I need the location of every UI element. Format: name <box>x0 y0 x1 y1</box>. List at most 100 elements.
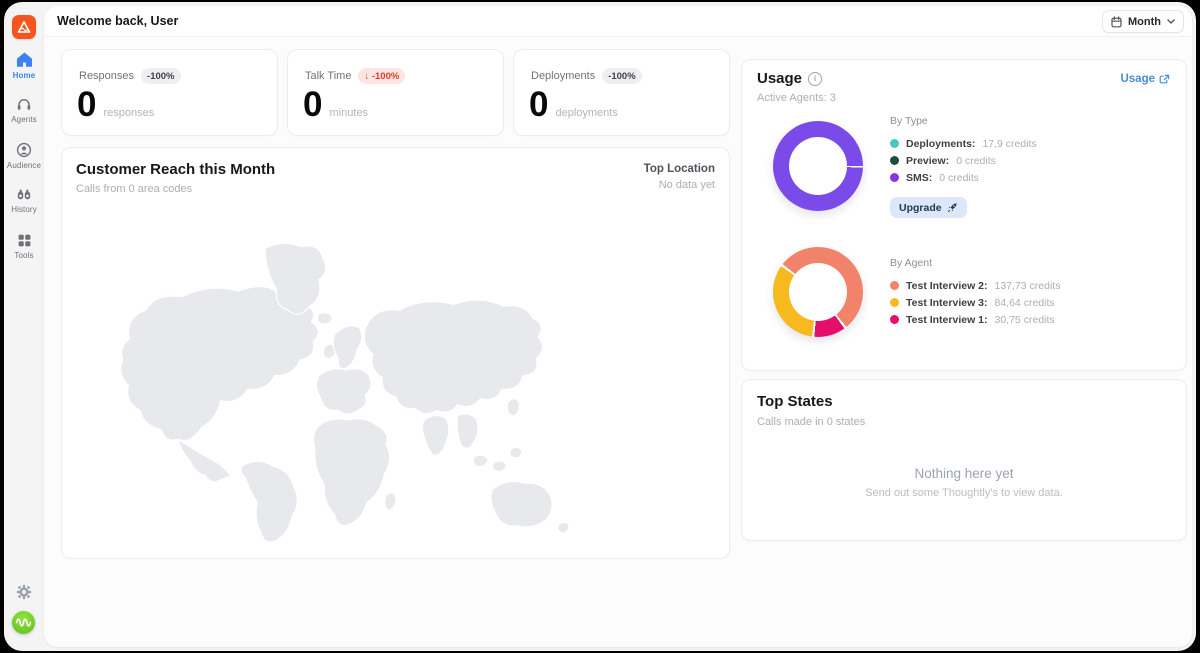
usage-by-agent-donut <box>773 247 863 337</box>
sidebar-item-home[interactable]: Home <box>4 52 44 80</box>
legend-dot <box>890 281 899 290</box>
legend-value: 30,75 credits <box>994 313 1055 326</box>
upgrade-label: Upgrade <box>899 201 942 214</box>
sidebar-item-label: Home <box>12 71 36 80</box>
period-selector[interactable]: Month <box>1102 10 1184 33</box>
card-title: Customer Reach this Month <box>76 161 276 178</box>
legend-row: Test Interview 1: 30,75 credits <box>890 311 1060 328</box>
sidebar-item-tools[interactable]: Tools <box>4 233 44 260</box>
legend-heading: By Agent <box>890 257 933 269</box>
usage-title-text: Usage <box>757 70 803 87</box>
upgrade-button[interactable]: Upgrade <box>890 197 967 218</box>
stat-change-badge: -100% <box>141 68 181 84</box>
legend-row: Preview: 0 credits <box>890 152 1037 169</box>
period-label: Month <box>1128 15 1161 28</box>
app-window: Home Agents Audience History Tools Welco… <box>4 2 1196 651</box>
stat-card-responses: Responses -100% 0 responses <box>61 49 278 136</box>
thoughtly-logo[interactable] <box>12 15 36 39</box>
legend-value: 84,64 credits <box>994 296 1055 309</box>
user-circle-icon <box>16 142 32 158</box>
legend-value: 137,73 credits <box>994 279 1061 292</box>
legend-label: Deployments: <box>906 137 976 150</box>
stat-value: 0 <box>529 85 549 124</box>
usage-external-link[interactable]: Usage <box>1120 73 1170 85</box>
legend-dot <box>890 156 899 165</box>
by-agent-legend: By Agent Test Interview 2: 137,73 credit… <box>890 257 1060 328</box>
legend-value: 0 credits <box>939 171 979 184</box>
stat-label: Deployments <box>531 70 596 82</box>
stat-unit: responses <box>103 107 155 119</box>
top-location-label: Top Location <box>643 163 715 175</box>
info-icon[interactable] <box>808 71 823 86</box>
stat-label: Talk Time <box>305 70 352 82</box>
legend-dot <box>890 298 899 307</box>
grid-icon <box>18 234 30 247</box>
legend-row: Test Interview 2: 137,73 credits <box>890 277 1060 294</box>
stat-value: 0 <box>303 85 323 124</box>
dashboard-content: Responses -100% 0 responses Talk Time ↓ … <box>44 37 1192 647</box>
external-link-icon <box>1159 74 1170 83</box>
active-agents: Active Agents: 3 <box>757 92 836 104</box>
legend-row: Test Interview 3: 84,64 credits <box>890 294 1060 311</box>
top-location: Top Location No data yet <box>644 163 715 191</box>
legend-label: Test Interview 2: <box>906 279 988 292</box>
stat-card-talk-time: Talk Time ↓ -100% 0 minutes <box>287 49 504 136</box>
sidebar: Home Agents Audience History Tools <box>4 2 44 651</box>
empty-title: Nothing here yet <box>914 466 1014 481</box>
calendar-icon <box>1111 15 1122 27</box>
legend-label: Preview: <box>906 154 950 167</box>
chevron-down-icon <box>1167 19 1175 24</box>
card-subtitle: Calls made in 0 states <box>757 416 866 428</box>
usage-by-type-donut <box>773 121 863 211</box>
sidebar-item-label: Tools <box>14 251 34 260</box>
legend-label: Test Interview 1: <box>906 313 988 326</box>
sidebar-item-history[interactable]: History <box>4 187 44 214</box>
stat-unit: deployments <box>555 107 618 119</box>
top-states-card: Top States Calls made in 0 states Nothin… <box>741 379 1187 541</box>
legend-value: 0 credits <box>956 154 996 167</box>
card-title: Usage <box>757 70 823 87</box>
sidebar-item-label: Agents <box>11 115 37 124</box>
world-map <box>120 242 570 543</box>
headset-icon <box>17 99 31 110</box>
usage-link-text: Usage <box>1120 73 1155 85</box>
legend-heading: By Type <box>890 115 928 127</box>
stat-label: Responses <box>79 70 135 82</box>
top-location-value: No data yet <box>658 179 715 191</box>
binoculars-icon <box>17 189 31 200</box>
sidebar-item-agents[interactable]: Agents <box>4 97 44 124</box>
sidebar-item-label: History <box>11 205 37 214</box>
stat-unit: minutes <box>329 107 368 119</box>
page-header: Welcome back, User Month <box>44 6 1192 37</box>
legend-value: 17,9 credits <box>982 137 1037 150</box>
legend-dot <box>890 139 899 148</box>
user-avatar[interactable] <box>12 611 35 634</box>
settings-button[interactable] <box>16 584 32 600</box>
legend-dot <box>890 315 899 324</box>
customer-reach-card: Customer Reach this Month Calls from 0 a… <box>61 147 730 559</box>
legend-label: Test Interview 3: <box>906 296 988 309</box>
sidebar-item-audience[interactable]: Audience <box>4 142 44 170</box>
mountain-logo-icon <box>17 21 31 33</box>
stat-change-badge: -100% <box>602 68 642 84</box>
empty-subtitle: Send out some Thoughtly's to view data. <box>865 487 1063 499</box>
legend-dot <box>890 173 899 182</box>
rocket-icon <box>947 203 957 213</box>
wave-avatar-icon <box>12 611 35 634</box>
main-panel: Welcome back, User Month Responses -100%… <box>44 6 1192 647</box>
stat-change-badge: ↓ -100% <box>358 68 406 84</box>
gear-icon <box>16 584 32 600</box>
legend-label: SMS: <box>906 171 933 184</box>
card-subtitle: Calls from 0 area codes <box>76 183 193 195</box>
stat-card-deployments: Deployments -100% 0 deployments <box>513 49 730 136</box>
card-title: Top States <box>757 393 833 410</box>
page-title: Welcome back, User <box>57 14 179 28</box>
legend-row: Deployments: 17,9 credits <box>890 135 1037 152</box>
sidebar-item-label: Audience <box>6 161 42 170</box>
legend-row: SMS: 0 credits <box>890 169 1037 186</box>
usage-card: Usage Usage Active Agents: 3 By Type <box>741 59 1187 371</box>
home-icon <box>16 52 32 67</box>
by-type-legend: By Type Deployments: 17,9 credits Previe… <box>890 115 1037 186</box>
stat-value: 0 <box>77 85 97 124</box>
empty-state: Nothing here yet Send out some Thoughtly… <box>742 466 1186 499</box>
